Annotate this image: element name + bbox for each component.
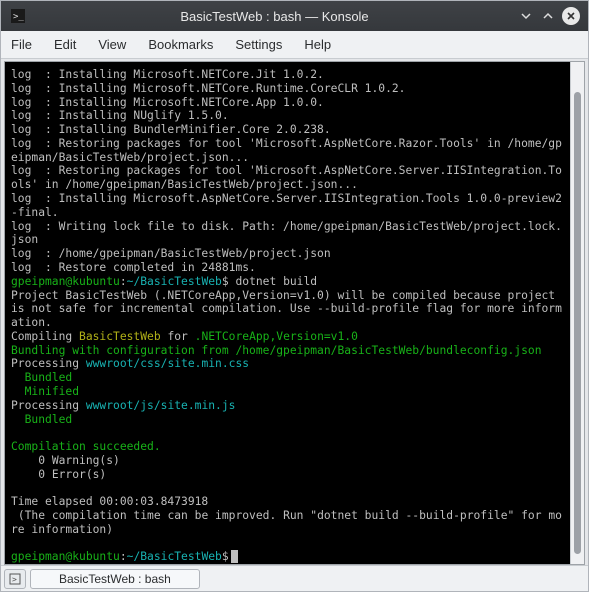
window-titlebar: >_ BasicTestWeb : bash — Konsole [1, 1, 588, 31]
output-line: Compilation succeeded. [11, 440, 161, 453]
close-button[interactable] [562, 7, 580, 25]
tab[interactable]: BasicTestWeb : bash [30, 569, 200, 589]
tab-label: BasicTestWeb : bash [59, 572, 171, 586]
log-line: log : Restoring packages for tool 'Micro… [11, 164, 562, 191]
app-icon: >_ [9, 7, 27, 25]
prompt-sep: : [120, 275, 127, 288]
log-line: log : Installing BundlerMinifier.Core 2.… [11, 123, 331, 136]
terminal-panel: log : Installing Microsoft.NETCore.Jit 1… [4, 61, 585, 565]
prompt-path: ~/BasicTestWeb [127, 550, 222, 563]
output-line: 0 Warning(s) [11, 454, 120, 467]
output-line: Minified [11, 385, 79, 398]
output-line: Compiling [11, 330, 79, 343]
minimize-button[interactable] [518, 8, 534, 24]
svg-text:>_: >_ [13, 12, 24, 22]
output-line: Time elapsed 00:00:03.8473918 [11, 495, 208, 508]
output-line: Bundled [11, 413, 72, 426]
output-line: (The compilation time can be improved. R… [11, 509, 562, 536]
prompt-sep: : [120, 550, 127, 563]
menu-settings[interactable]: Settings [235, 37, 282, 52]
output-path: wwwroot/css/site.min.css [86, 357, 249, 370]
prompt-user: gpeipman@kubuntu [11, 550, 120, 563]
cursor [231, 550, 238, 563]
scroll-thumb[interactable] [574, 92, 581, 554]
command-text: dotnet build [229, 275, 317, 288]
svg-text:>: > [12, 575, 17, 584]
log-line: log : Installing Microsoft.NETCore.App 1… [11, 96, 324, 109]
prompt-path: ~/BasicTestWeb [127, 275, 222, 288]
log-line: log : Restore completed in 24881ms. [11, 261, 256, 274]
output-path: wwwroot/js/site.min.js [86, 399, 236, 412]
menu-bookmarks[interactable]: Bookmarks [148, 37, 213, 52]
tabbar: > BasicTestWeb : bash [1, 565, 588, 591]
log-line: log : /home/gpeipman/BasicTestWeb/projec… [11, 247, 331, 260]
menubar: File Edit View Bookmarks Settings Help [1, 31, 588, 59]
output-line: 0 Error(s) [11, 468, 106, 481]
log-line: log : Installing Microsoft.NETCore.Runti… [11, 82, 405, 95]
output-line: Project BasicTestWeb (.NETCoreApp,Versio… [11, 289, 562, 330]
output-project: BasicTestWeb [79, 330, 161, 343]
menu-file[interactable]: File [11, 37, 32, 52]
terminal[interactable]: log : Installing Microsoft.NETCore.Jit 1… [5, 62, 570, 564]
output-line: Bundled [11, 371, 72, 384]
prompt-end: $ [222, 550, 229, 563]
prompt-user: gpeipman@kubuntu [11, 275, 120, 288]
log-line: log : Installing NUglify 1.5.0. [11, 109, 229, 122]
scrollbar[interactable] [570, 62, 584, 564]
output-line: Processing [11, 399, 86, 412]
log-line: log : Restoring packages for tool 'Micro… [11, 137, 562, 164]
window-controls [518, 7, 580, 25]
log-line: log : Installing Microsoft.NETCore.Jit 1… [11, 68, 324, 81]
log-line: log : Installing Microsoft.AspNetCore.Se… [11, 192, 562, 219]
maximize-button[interactable] [540, 8, 556, 24]
prompt-end: $ [222, 275, 229, 288]
menu-view[interactable]: View [98, 37, 126, 52]
output-target: .NETCoreApp,Version=v1.0 [195, 330, 358, 343]
menu-help[interactable]: Help [304, 37, 331, 52]
log-line: log : Writing lock file to disk. Path: /… [11, 220, 562, 247]
menu-edit[interactable]: Edit [54, 37, 76, 52]
output-line: for [161, 330, 195, 343]
output-line: Bundling with configuration from /home/g… [11, 344, 542, 357]
window-title: BasicTestWeb : bash — Konsole [31, 9, 518, 24]
output-line: Processing [11, 357, 86, 370]
new-tab-button[interactable]: > [4, 569, 26, 589]
